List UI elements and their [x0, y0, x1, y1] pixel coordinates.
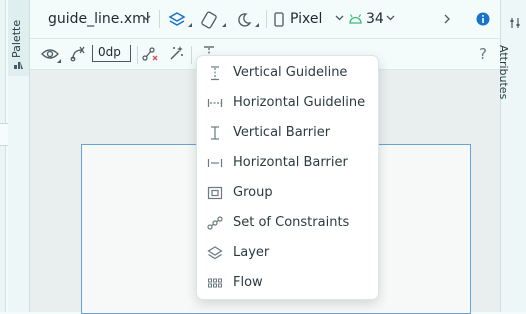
palette-tab-label: Palette — [10, 19, 23, 58]
design-surface-icon[interactable] — [168, 11, 186, 29]
help-button[interactable]: ? — [479, 45, 487, 63]
menu-item-label: Vertical Barrier — [233, 125, 331, 140]
left-edge-strip — [0, 0, 6, 312]
menu-item-set-of-constraints[interactable]: Set of Constraints — [197, 208, 378, 238]
menu-item-horizontal-barrier[interactable]: Horizontal Barrier — [197, 148, 378, 178]
group-icon — [207, 185, 223, 201]
menu-item-label: Flow — [233, 275, 263, 290]
file-chevron-down-icon[interactable] — [142, 15, 151, 21]
helpers-dropdown-menu: Vertical Guideline Horizontal Guideline … — [196, 55, 379, 300]
attributes-tab[interactable]: Attributes — [497, 0, 526, 312]
vertical-barrier-icon — [207, 125, 223, 141]
help-label: ? — [479, 45, 487, 63]
toolbar-separator — [266, 10, 267, 28]
menu-item-flow[interactable]: Flow — [197, 268, 378, 298]
toolbar-separator — [159, 10, 160, 28]
device-label: Pixel — [290, 11, 323, 27]
menu-item-group[interactable]: Group — [197, 178, 378, 208]
night-mode-chevron-icon — [255, 23, 259, 27]
infer-constraints-icon[interactable] — [168, 45, 184, 61]
vertical-guideline-icon — [207, 65, 223, 81]
horizontal-barrier-icon — [207, 155, 223, 171]
device-chevron-down-icon[interactable] — [335, 15, 344, 21]
api-level-label: 34 — [366, 11, 384, 27]
palette-panel-strip — [8, 76, 30, 312]
attributes-icon — [509, 17, 521, 29]
flow-icon — [207, 275, 223, 291]
device-dropdown[interactable]: Pixel — [290, 11, 322, 27]
menu-item-label: Horizontal Barrier — [233, 155, 348, 170]
orientation-icon[interactable] — [200, 11, 218, 29]
menu-item-layer[interactable]: Layer — [197, 238, 378, 268]
api-chevron-down-icon[interactable] — [386, 15, 395, 21]
orientation-chevron-icon — [222, 23, 226, 27]
device-phone-icon — [274, 12, 284, 27]
palette-icon — [13, 59, 24, 70]
constraints-set-icon — [207, 215, 223, 231]
file-name-dropdown[interactable]: guide_line.xml — [48, 11, 150, 27]
left-splitter[interactable] — [0, 123, 8, 146]
info-icon[interactable] — [476, 12, 490, 26]
chevron-right-icon[interactable] — [444, 14, 450, 24]
toolbar-separator — [137, 46, 138, 64]
night-mode-icon[interactable] — [235, 11, 253, 29]
file-name-label: guide_line.xml — [48, 11, 150, 27]
android-icon — [349, 13, 362, 24]
menu-item-label: Horizontal Guideline — [233, 95, 366, 110]
design-surface-chevron-icon — [188, 23, 192, 27]
menu-item-label: Set of Constraints — [233, 215, 350, 230]
menu-item-vertical-guideline[interactable]: Vertical Guideline — [197, 58, 378, 88]
api-level-dropdown[interactable]: 34 — [366, 11, 384, 27]
clear-constraints-icon[interactable] — [142, 46, 158, 62]
design-toolbar: guide_line.xml Pixel 34 — [30, 0, 500, 39]
horizontal-guideline-icon — [207, 95, 223, 111]
menu-item-label: Layer — [233, 245, 270, 260]
menu-item-label: Vertical Guideline — [233, 65, 348, 80]
default-margin-value: 0dp — [98, 45, 121, 59]
palette-tab[interactable]: Palette — [8, 0, 30, 76]
toolbar-separator — [191, 46, 192, 64]
layer-icon — [207, 245, 223, 261]
autoconnect-icon[interactable] — [70, 46, 86, 62]
view-options-chevron-icon — [57, 59, 61, 63]
menu-item-label: Group — [233, 185, 273, 200]
menu-item-horizontal-guideline[interactable]: Horizontal Guideline — [197, 88, 378, 118]
default-margin-dropdown[interactable]: 0dp — [92, 45, 131, 62]
menu-item-vertical-barrier[interactable]: Vertical Barrier — [197, 118, 378, 148]
